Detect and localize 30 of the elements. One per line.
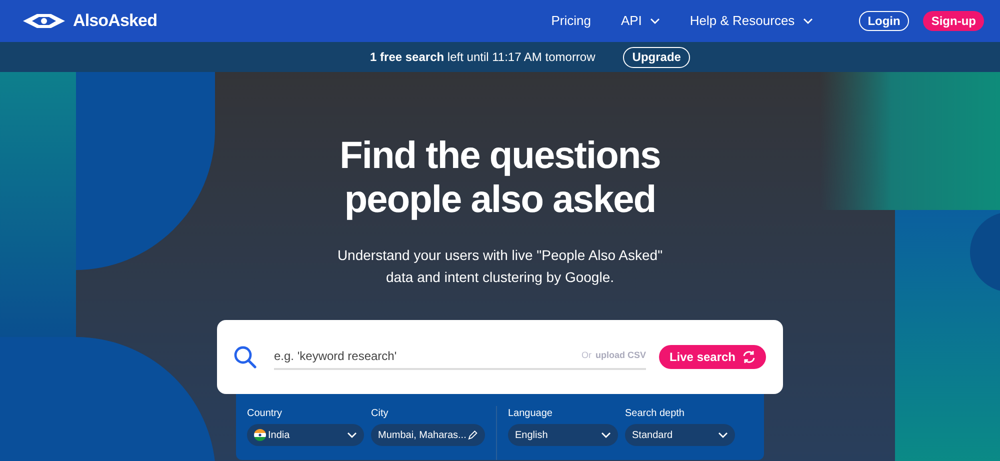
nav-link[interactable]: Help & Resources (690, 11, 813, 31)
hero-title: people also asked (344, 178, 656, 222)
logo-icon (22, 12, 66, 30)
brand-name: AlsoAsked (73, 10, 158, 32)
search-icon (233, 345, 257, 369)
upgrade-button[interactable]: Upgrade (623, 46, 690, 68)
chevron-down-icon (347, 432, 357, 438)
hero-subtitle: Understand your users with live "People Also Asked" (337, 246, 663, 265)
signup-button[interactable]: Sign-up (923, 11, 984, 31)
filter-label: Country (247, 407, 284, 420)
or-label: Or (581, 349, 592, 362)
nav-link[interactable]: API (620, 11, 660, 31)
filter-label: Search depth (625, 407, 686, 420)
banner-text: 1 free search left until 11:17 AM tomorrow (370, 49, 596, 66)
chevron-down-icon (601, 432, 611, 438)
filter-label: Language (508, 407, 554, 420)
hero-title: Find the questions (340, 134, 660, 178)
hero-subtitle: data and intent clustering by Google. (386, 268, 614, 287)
filter-dropdown[interactable]: English (508, 424, 618, 446)
pencil-icon (468, 430, 478, 440)
filter-dropdown[interactable]: India (247, 424, 364, 446)
india-flag-icon (254, 429, 266, 441)
nav-link[interactable]: Pricing (551, 11, 591, 31)
filter-dropdown[interactable]: Mumbai, Maharas... (371, 424, 485, 446)
filter-dropdown[interactable]: Standard (625, 424, 735, 446)
chevron-down-icon (718, 432, 728, 438)
login-button[interactable]: Login (858, 11, 910, 31)
filter-label: City (371, 407, 390, 420)
refresh-icon (742, 350, 756, 364)
live-search-button[interactable]: Live search (659, 345, 766, 369)
